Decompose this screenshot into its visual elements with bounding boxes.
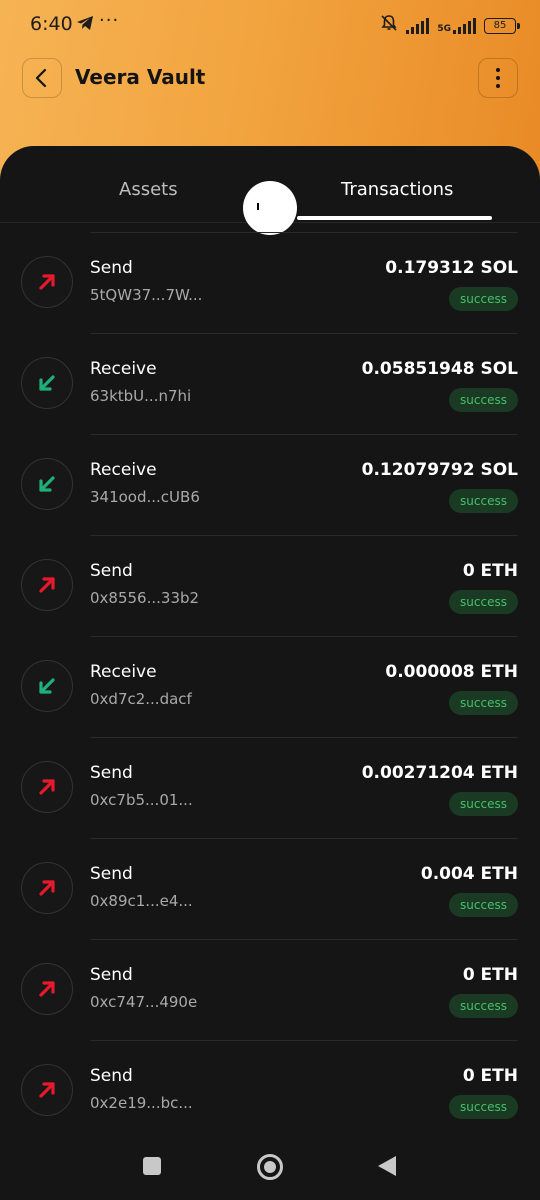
telegram-icon xyxy=(76,14,94,36)
arrow-down-left-icon xyxy=(21,660,73,712)
status-badge: success xyxy=(449,287,518,311)
recents-button[interactable] xyxy=(143,1157,161,1175)
system-navigation-bar xyxy=(0,1140,540,1200)
arrow-up-right-icon xyxy=(21,963,73,1015)
app-header: Veera Vault xyxy=(0,56,540,100)
transaction-hash: 0xc747...490e xyxy=(90,993,198,1011)
back-button[interactable] xyxy=(22,58,62,98)
arrow-up-right-icon xyxy=(21,256,73,308)
transaction-amount: 0 ETH xyxy=(462,1066,518,1086)
arrow-up-right-icon xyxy=(21,761,73,813)
status-bar: 6:40 ··· 5G 85 xyxy=(0,0,540,48)
transaction-amount: 0.000008 ETH xyxy=(385,662,518,682)
transaction-row[interactable]: Send 0x89c1...e4... 0.004 ETH success xyxy=(0,838,540,939)
transaction-list: Send 5tQW37...7W... 0.179312 SOL success Rec… xyxy=(0,232,540,1141)
status-time: 6:40 xyxy=(30,13,73,35)
transaction-amount: 0.179312 SOL xyxy=(385,258,518,278)
transaction-row[interactable]: Receive 341ood...cUB6 0.12079792 SOL succes… xyxy=(0,434,540,535)
arrow-down-left-icon xyxy=(21,357,73,409)
status-badge: success xyxy=(449,388,518,412)
tab-assets[interactable]: Assets xyxy=(119,179,178,200)
transaction-amount: 0.12079792 SOL xyxy=(361,460,518,480)
transaction-type: Send xyxy=(90,965,133,985)
transaction-row[interactable]: Send 0x2e19...bc... 0 ETH success xyxy=(0,1040,540,1141)
transaction-type: Send xyxy=(90,864,133,884)
tab-transactions[interactable]: Transactions xyxy=(341,179,453,200)
transaction-row[interactable]: Send 0x8556...33b2 0 ETH success xyxy=(0,535,540,636)
transaction-type: Receive xyxy=(90,662,157,682)
status-badge: success xyxy=(449,691,518,715)
vertical-dots-icon xyxy=(496,68,500,88)
transaction-type: Send xyxy=(90,763,133,783)
battery-icon: 85 xyxy=(484,17,520,34)
status-badge: success xyxy=(449,1095,518,1119)
content-panel: Assets Transactions Send 5tQW37...7W... 0.… xyxy=(0,146,540,1200)
transaction-hash: 341ood...cUB6 xyxy=(90,488,200,506)
floating-bubble[interactable] xyxy=(243,181,297,235)
arrow-up-right-icon xyxy=(21,1064,73,1116)
network-5g-icon: 5G xyxy=(437,17,476,34)
status-badge: success xyxy=(449,893,518,917)
status-badge: success xyxy=(449,590,518,614)
transaction-hash: 0x2e19...bc... xyxy=(90,1094,193,1112)
transaction-hash: 0xc7b5...01... xyxy=(90,791,193,809)
transaction-type: Receive xyxy=(90,460,157,480)
page-title: Veera Vault xyxy=(75,65,206,89)
transaction-amount: 0.05851948 SOL xyxy=(361,359,518,379)
system-back-button[interactable] xyxy=(378,1156,396,1176)
arrow-down-left-icon xyxy=(21,458,73,510)
transaction-row[interactable]: Send 0xc747...490e 0 ETH success xyxy=(0,939,540,1040)
more-options-button[interactable] xyxy=(478,58,518,98)
transaction-amount: 0.00271204 ETH xyxy=(361,763,518,783)
transaction-type: Send xyxy=(90,561,133,581)
transaction-hash: 63ktbU...n7hi xyxy=(90,387,192,405)
transaction-amount: 0 ETH xyxy=(462,561,518,581)
transaction-hash: 0x89c1...e4... xyxy=(90,892,193,910)
transaction-amount: 0 ETH xyxy=(462,965,518,985)
status-badge: success xyxy=(449,994,518,1018)
status-badge: success xyxy=(449,792,518,816)
transaction-row[interactable]: Receive 0xd7c2...dacf 0.000008 ETH success xyxy=(0,636,540,737)
transaction-row[interactable]: Send 5tQW37...7W... 0.179312 SOL success xyxy=(0,232,540,333)
more-notifications-icon: ··· xyxy=(99,10,120,31)
transaction-hash: 0xd7c2...dacf xyxy=(90,690,192,708)
chevron-left-icon xyxy=(35,68,47,88)
home-button[interactable] xyxy=(257,1154,283,1180)
mute-icon xyxy=(380,14,398,37)
transaction-hash: 0x8556...33b2 xyxy=(90,589,200,607)
network-label: 5G xyxy=(437,23,451,34)
transaction-type: Receive xyxy=(90,359,157,379)
arrow-up-right-icon xyxy=(21,862,73,914)
transaction-type: Send xyxy=(90,258,133,278)
active-tab-indicator xyxy=(297,216,492,220)
arrow-up-right-icon xyxy=(21,559,73,611)
transaction-type: Send xyxy=(90,1066,133,1086)
transaction-row[interactable]: Send 0xc7b5...01... 0.00271204 ETH success xyxy=(0,737,540,838)
transaction-hash: 5tQW37...7W... xyxy=(90,286,203,304)
signal-icon xyxy=(406,17,430,34)
tab-bar: Assets Transactions xyxy=(0,146,540,235)
status-badge: success xyxy=(449,489,518,513)
transaction-amount: 0.004 ETH xyxy=(420,864,518,884)
transaction-row[interactable]: Receive 63ktbU...n7hi 0.05851948 SOL succes… xyxy=(0,333,540,434)
